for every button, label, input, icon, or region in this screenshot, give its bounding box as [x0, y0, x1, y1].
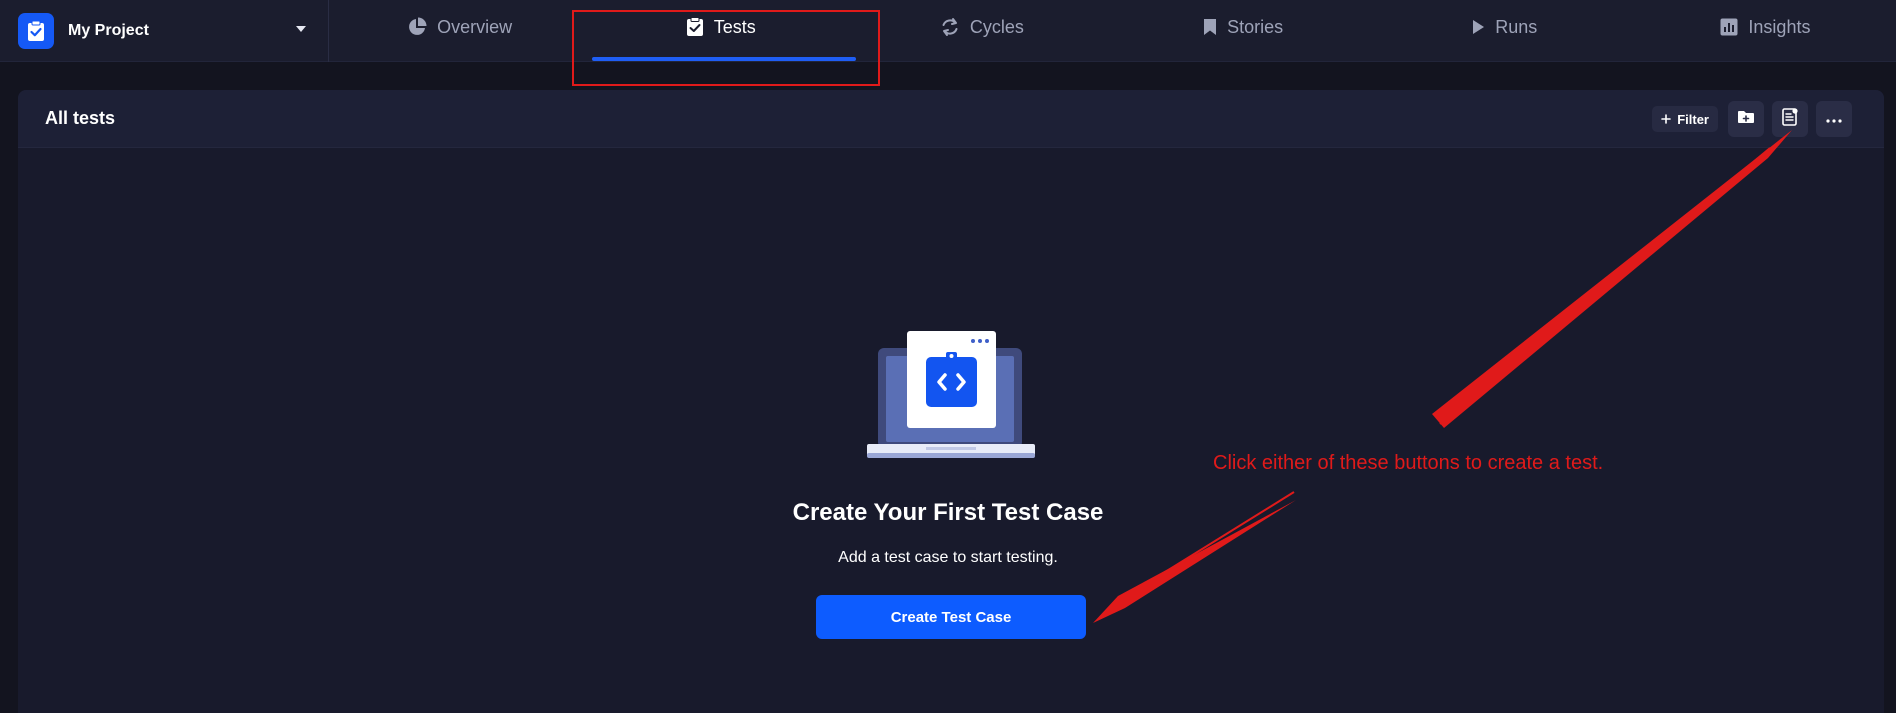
- annotation-arrows: [1093, 130, 1792, 623]
- annotation-text: Click either of these buttons to create …: [1213, 452, 1604, 474]
